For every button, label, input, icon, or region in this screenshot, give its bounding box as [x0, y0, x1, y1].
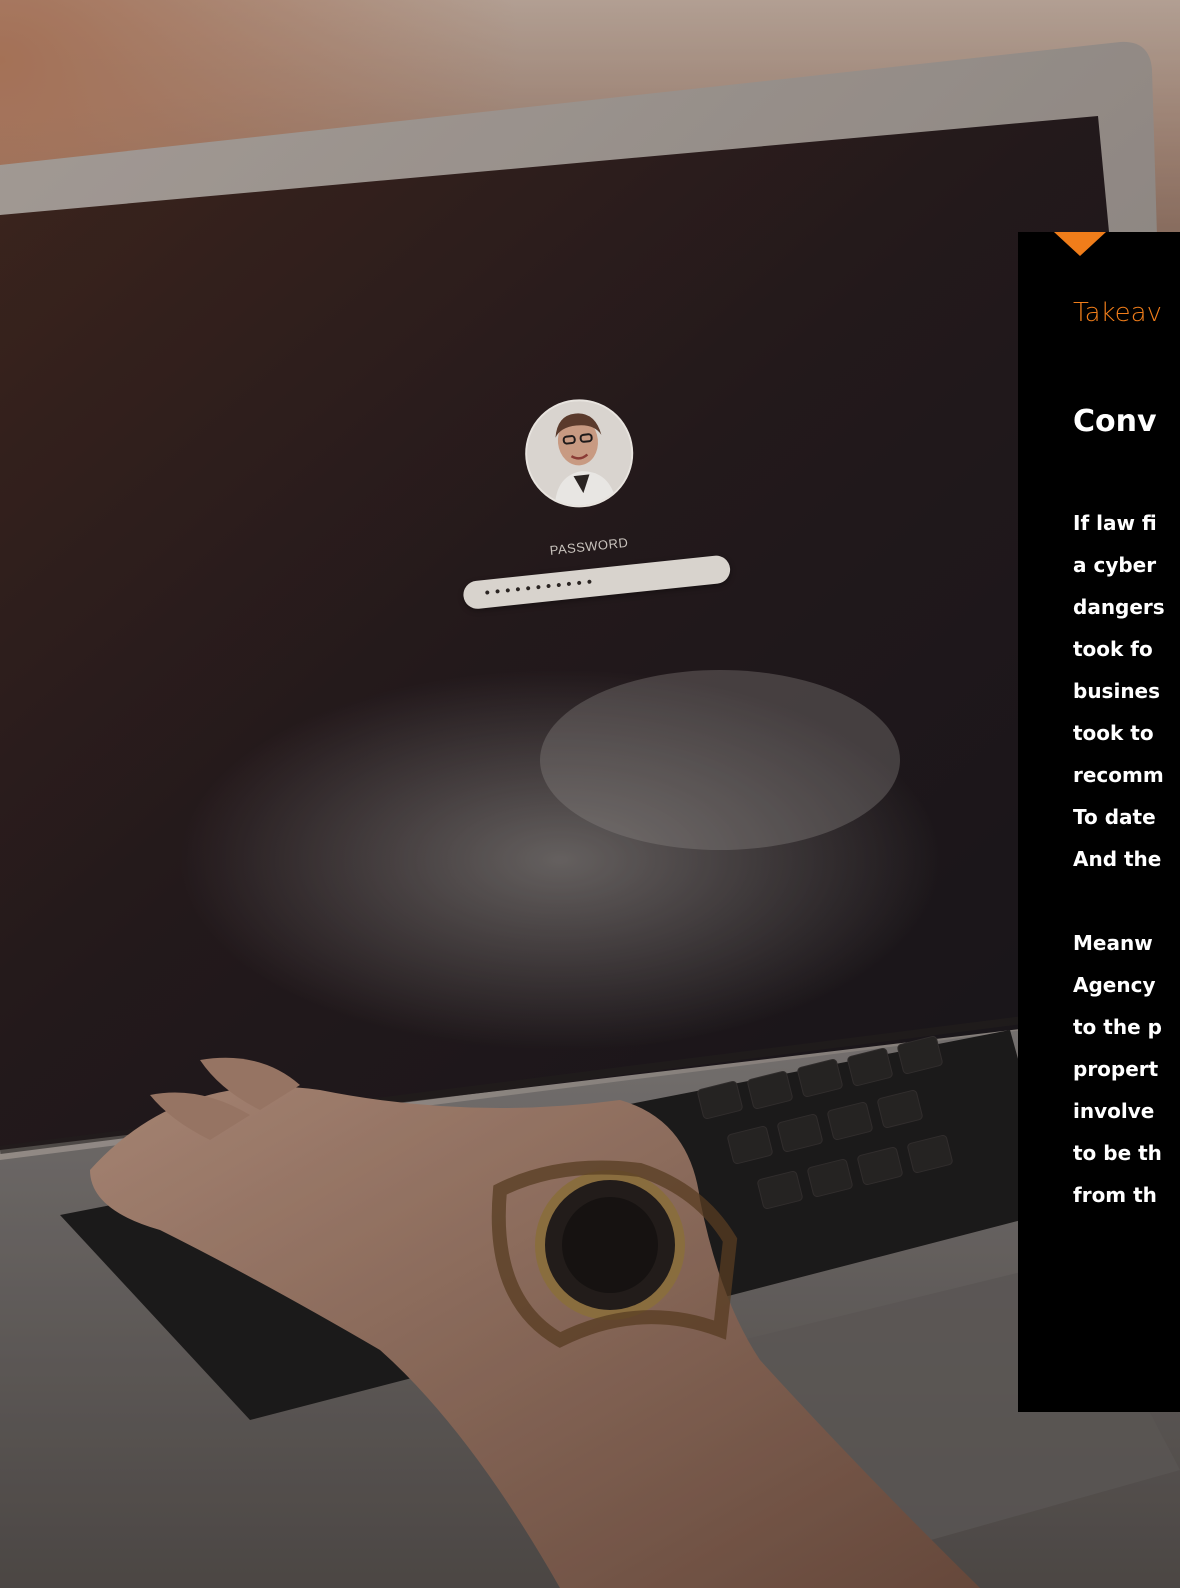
paragraph-1-line: And the [1073, 847, 1162, 871]
paragraph-1-line: busines [1073, 679, 1161, 703]
paragraph-2-line: to the p [1073, 1015, 1162, 1039]
paragraph-2-line: to be th [1073, 1141, 1162, 1165]
laptop-photo [0, 0, 1180, 1588]
panel-body: If law fi a cyber dangers took fo busine… [1073, 502, 1180, 1216]
paragraph-2-line: propert [1073, 1057, 1159, 1081]
paragraph-1-line: To date [1073, 805, 1156, 829]
paragraph-2-line: Agency [1073, 973, 1156, 997]
page: PASSWORD ••••••••••• Takeav Conv If law … [0, 0, 1180, 1588]
triangle-down-icon [1054, 232, 1106, 256]
paragraph-1-line: a cyber [1073, 553, 1157, 577]
takeaway-panel: Takeav Conv If law fi a cyber dangers to… [1018, 232, 1180, 1412]
paragraph-1-line: recomm [1073, 763, 1164, 787]
user-avatar [519, 394, 639, 513]
paragraph-1-line: If law fi [1073, 511, 1157, 535]
paragraph-2-line: from th [1073, 1183, 1157, 1207]
paragraph-1-line: took to [1073, 721, 1154, 745]
panel-eyebrow: Takeav [1073, 298, 1162, 328]
panel-heading: Conv [1073, 404, 1157, 439]
paragraph-1-line: took fo [1073, 637, 1153, 661]
paragraph-2-line: involve [1073, 1099, 1155, 1123]
paragraph-2-line: Meanw [1073, 931, 1153, 955]
paragraph-1-line: dangers [1073, 595, 1165, 619]
password-mask: ••••••••••• [482, 574, 597, 603]
screen-login-form: PASSWORD ••••••••••• [444, 384, 745, 632]
